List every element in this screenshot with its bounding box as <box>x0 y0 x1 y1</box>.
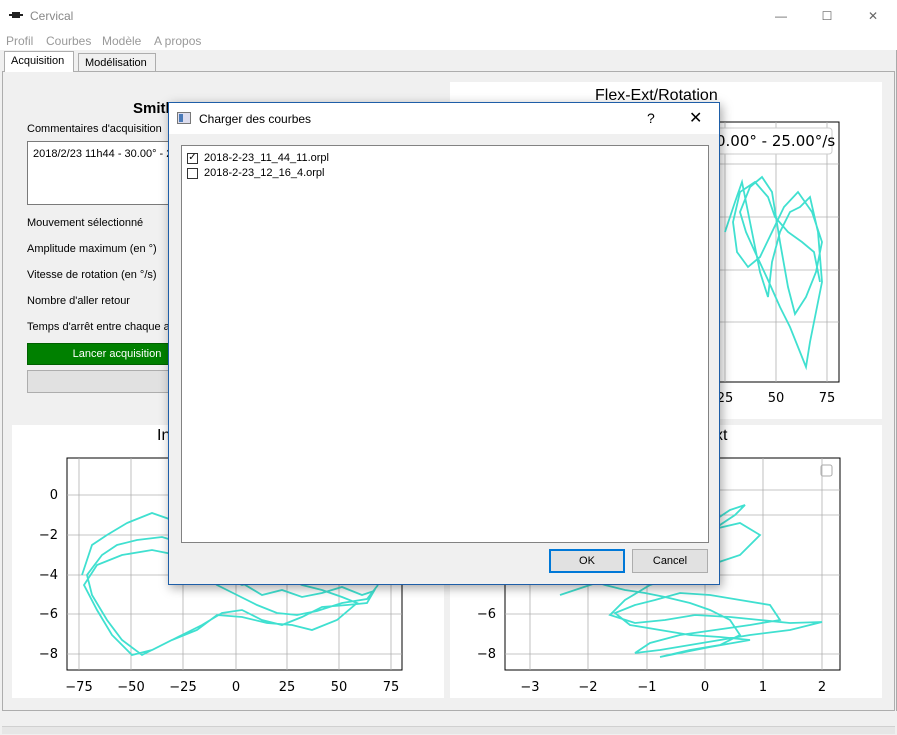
ok-button[interactable]: OK <box>549 549 625 573</box>
load-curves-dialog: Charger des courbes ? ✕ ✓ 2018-2-23_11_4… <box>168 102 720 585</box>
close-icon: ✕ <box>867 9 879 23</box>
maximize-button[interactable]: ☐ <box>804 0 850 32</box>
ytick-label: 0 <box>50 488 58 503</box>
menu-a-propos[interactable]: A propos <box>154 34 201 48</box>
plot-checkbox[interactable] <box>820 464 833 477</box>
field-amplitude-label: Amplitude maximum (en °) <box>27 243 157 255</box>
menu-courbes[interactable]: Courbes <box>46 34 91 48</box>
minimize-button[interactable]: — <box>758 0 804 32</box>
field-temps-arret-label: Temps d'arrêt entre chaque a <box>27 321 170 333</box>
xtick-label: 0 <box>232 680 240 695</box>
xtick-label: 25 <box>279 680 296 695</box>
cancel-button[interactable]: Cancel <box>632 549 708 573</box>
dialog-title-bar: Charger des courbes ? ✕ <box>169 103 719 134</box>
comment-label: Commentaires d'acquisition <box>27 123 162 135</box>
tab-bar: Acquisition Modélisation <box>0 50 897 72</box>
dialog-close-button[interactable]: ✕ <box>689 108 702 128</box>
checkbox-checked[interactable]: ✓ <box>187 152 198 164</box>
ytick-label: −2 <box>39 528 58 543</box>
legend-label: 0.00° - 25.00°/s <box>716 132 835 150</box>
tab-modelisation[interactable]: Modélisation <box>78 53 156 72</box>
file-item[interactable]: 2018-2-23_12_16_4.orpl <box>187 166 325 180</box>
xtick-label: 0 <box>701 680 709 695</box>
xtick-label: 75 <box>819 391 836 406</box>
xtick-label: −3 <box>520 680 539 695</box>
help-button[interactable]: ? <box>647 110 655 126</box>
checkbox-unchecked[interactable] <box>187 167 198 179</box>
xtick-label: −75 <box>65 680 92 695</box>
xtick-label: −1 <box>637 680 656 695</box>
close-button[interactable]: ✕ <box>850 0 896 32</box>
field-aller-retour-label: Nombre d'aller retour <box>27 295 130 307</box>
xtick-label: −2 <box>578 680 597 695</box>
minimize-icon: — <box>775 9 787 23</box>
xtick-label: 50 <box>331 680 348 695</box>
xtick-label: 50 <box>768 391 785 406</box>
field-vitesse-label: Vitesse de rotation (en °/s) <box>27 269 157 281</box>
xtick-label: 2 <box>818 680 826 695</box>
app-icon <box>9 12 23 18</box>
file-item[interactable]: ✓ 2018-2-23_11_44_11.orpl <box>187 151 329 165</box>
ytick-label: −4 <box>39 568 58 583</box>
xtick-label: −50 <box>117 680 144 695</box>
horizontal-scrollbar[interactable] <box>2 726 895 734</box>
xtick-label: −25 <box>169 680 196 695</box>
menu-profil[interactable]: Profil <box>6 34 33 48</box>
menu-bar: Profil Courbes Modèle A propos <box>0 32 897 50</box>
dialog-app-icon <box>177 112 191 124</box>
ytick-label: −8 <box>477 647 496 662</box>
xtick-label: 75 <box>383 680 400 695</box>
ytick-label: −6 <box>477 607 496 622</box>
field-mouvement-label: Mouvement sélectionné <box>27 217 144 229</box>
ytick-label: −6 <box>39 607 58 622</box>
title-bar: Cervical — ☐ ✕ <box>0 0 897 32</box>
window-title: Cervical <box>30 9 74 23</box>
menu-modele[interactable]: Modèle <box>102 34 141 48</box>
series-line <box>724 175 823 371</box>
file-list: ✓ 2018-2-23_11_44_11.orpl 2018-2-23_12_1… <box>181 145 709 543</box>
tab-acquisition[interactable]: Acquisition <box>4 51 74 72</box>
dialog-title: Charger des courbes <box>199 112 312 126</box>
ytick-label: −8 <box>39 647 58 662</box>
maximize-icon: ☐ <box>821 9 833 23</box>
xtick-label: 1 <box>759 680 767 695</box>
file-name: 2018-2-23_11_44_11.orpl <box>204 152 329 164</box>
file-name: 2018-2-23_12_16_4.orpl <box>204 167 325 179</box>
